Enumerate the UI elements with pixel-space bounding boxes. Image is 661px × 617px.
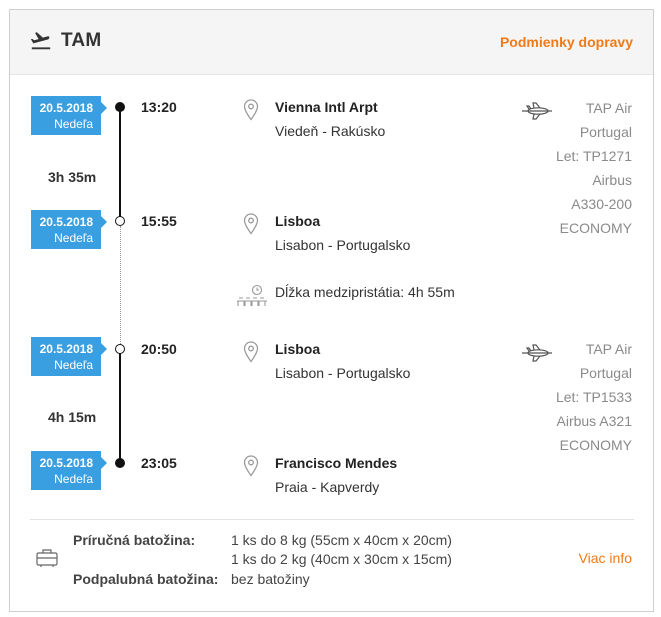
departure-city: Viedeň - Rakúsko xyxy=(275,123,386,139)
flight-duration: 4h 15m xyxy=(48,409,97,425)
flight-duration: 3h 35m xyxy=(48,169,97,185)
takeoff-icon xyxy=(30,32,51,50)
date: 20.5.2018 xyxy=(39,342,93,356)
arrival-date-badge: 20.5.2018 Nedeľa xyxy=(31,210,107,249)
departure-time: 13:20 xyxy=(141,99,177,115)
location-pin-icon xyxy=(243,213,259,235)
arrival-date-badge: 20.5.2018 Nedeľa xyxy=(31,451,107,490)
arrival-time: 15:55 xyxy=(141,213,177,229)
luggage-icon xyxy=(36,549,58,567)
departure-airport: Vienna Intl Arpt xyxy=(275,99,378,115)
weekday: Nedeľa xyxy=(54,231,93,245)
timeline-line xyxy=(119,107,121,220)
carrier-line2: Portugal xyxy=(579,365,632,381)
departure-dot xyxy=(115,344,125,354)
weekday: Nedeľa xyxy=(54,472,93,486)
departure-date-badge: 20.5.2018 Nedeľa xyxy=(31,337,107,376)
waiting-room-clock-icon xyxy=(237,284,267,306)
aircraft-line2: A330-200 xyxy=(571,196,632,212)
checked-baggage-value: bez batožiny xyxy=(231,571,310,587)
departure-date-badge: 20.5.2018 Nedeľa xyxy=(31,96,107,135)
card-header: TAM Podmienky dopravy xyxy=(10,10,653,75)
date: 20.5.2018 xyxy=(39,101,93,115)
cabin-class: ECONOMY xyxy=(559,437,632,453)
carrier-line1: TAP Air xyxy=(585,341,632,357)
arrival-city: Lisabon - Portugalsko xyxy=(275,237,411,253)
departure-airport: Lisboa xyxy=(275,341,321,357)
location-pin-icon xyxy=(243,341,259,363)
flight-number: Let: TP1271 xyxy=(555,148,632,164)
checked-baggage-label: Podpalubná batožina: xyxy=(73,571,219,587)
arrival-time: 23:05 xyxy=(141,455,177,471)
hand-baggage-value: 1 ks do 8 kg (55cm x 40cm x 20cm) xyxy=(231,532,452,548)
hand-baggage-label: Príručná batožina: xyxy=(73,532,196,548)
divider xyxy=(30,519,634,520)
flight-details: TAP Air Portugal Let: TP1533 Airbus A321… xyxy=(512,337,632,457)
arrival-city: Praia - Kapverdy xyxy=(275,479,380,495)
cabin-class: ECONOMY xyxy=(559,220,632,236)
layover-duration: Dĺžka medzipristátia: 4h 55m xyxy=(275,284,455,300)
location-pin-icon xyxy=(243,99,259,121)
arrival-airport: Lisboa xyxy=(275,213,321,229)
airline-name: TAM xyxy=(61,30,102,51)
departure-city: Lisabon - Portugalsko xyxy=(275,365,411,381)
flight-details: TAP Air Portugal Let: TP1271 Airbus A330… xyxy=(512,96,632,240)
layover-line xyxy=(120,226,121,344)
flight-itinerary-card: TAM Podmienky dopravy 20.5.2018 Nedeľa 1… xyxy=(9,9,654,612)
location-pin-icon xyxy=(243,455,259,477)
flight-number: Let: TP1533 xyxy=(555,389,632,405)
weekday: Nedeľa xyxy=(54,358,93,372)
aircraft-line1: Airbus A321 xyxy=(556,413,633,429)
conditions-link[interactable]: Podmienky dopravy xyxy=(500,34,633,50)
date: 20.5.2018 xyxy=(39,456,93,470)
aircraft-line1: Airbus xyxy=(592,172,632,188)
arrival-dot xyxy=(115,216,125,226)
departure-time: 20:50 xyxy=(141,341,177,357)
more-info-link[interactable]: Viac info xyxy=(579,550,632,566)
arrival-dot xyxy=(115,458,125,468)
hand-baggage-value: 1 ks do 2 kg (40cm x 30cm x 15cm) xyxy=(231,551,452,567)
carrier-line1: TAP Air xyxy=(585,100,632,116)
timeline-line xyxy=(119,349,121,463)
weekday: Nedeľa xyxy=(54,117,93,131)
date: 20.5.2018 xyxy=(39,215,93,229)
departure-dot xyxy=(115,102,125,112)
arrival-airport: Francisco Mendes xyxy=(275,455,398,471)
carrier-line2: Portugal xyxy=(579,124,632,140)
